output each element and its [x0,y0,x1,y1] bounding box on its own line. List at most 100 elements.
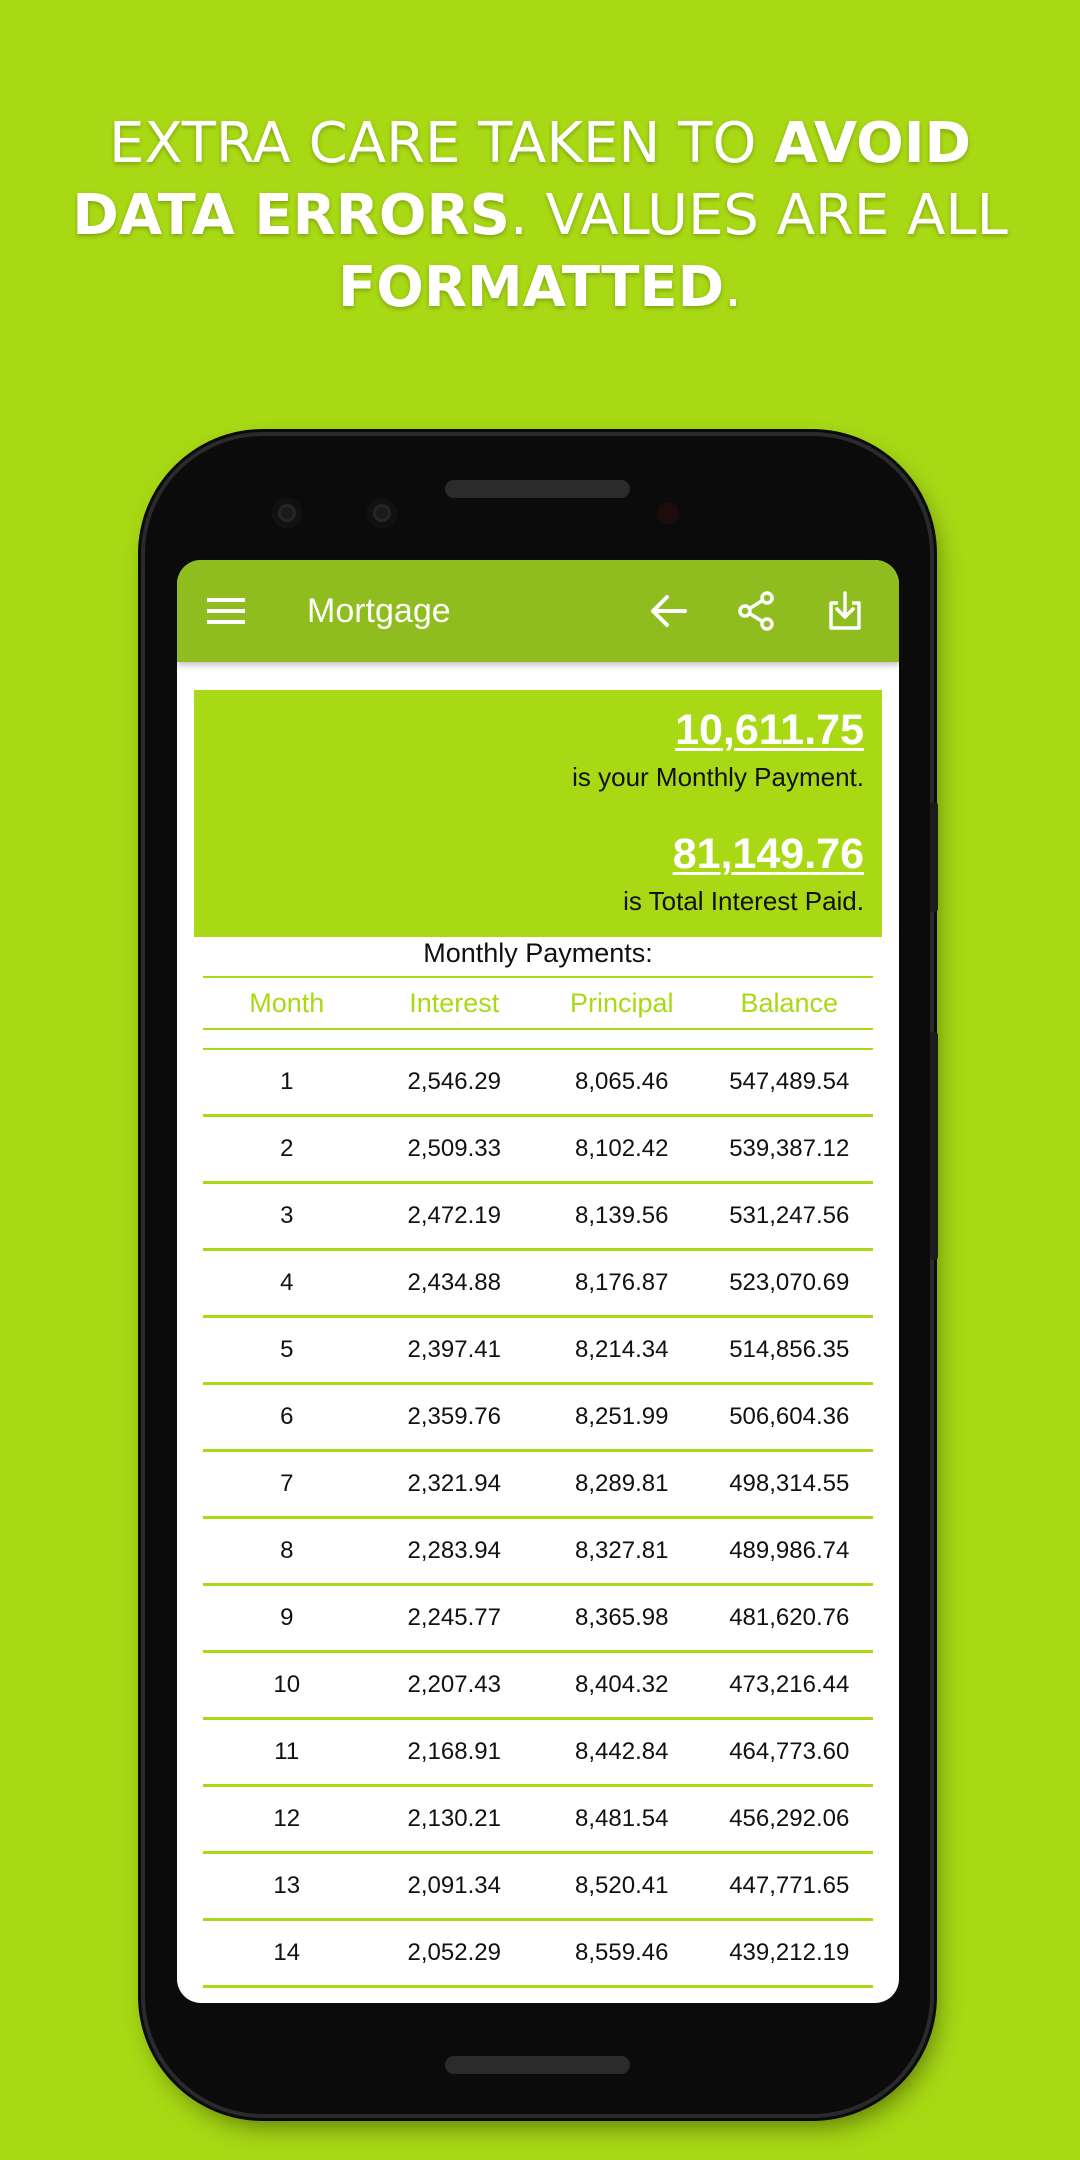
table-cell: 2,168.91 [407,1738,501,1765]
table-header: Month Interest Principal Balance [203,976,873,1030]
earpiece-speaker [445,480,630,498]
table-cell: 11 [274,1738,300,1765]
monthly-payment-caption: is your Monthly Payment. [572,762,864,792]
column-header-balance: Balance [740,987,839,1018]
table-cell: 2,130.21 [407,1805,501,1832]
table-cell: 2,283.94 [407,1537,501,1564]
toolbar-title: Mortgage [307,592,451,630]
table-cell: 2,397.41 [407,1336,501,1363]
total-interest-caption: is Total Interest Paid. [623,886,864,916]
table-cell: 2,359.76 [407,1403,501,1430]
front-sensor-icon [367,498,397,528]
table-cell: 2,472.19 [407,1202,501,1229]
table-row: 9 2,245.77 8,365.98 481,620.76 [203,1586,873,1653]
table-cell: 14 [273,1939,301,1966]
table-cell: 464,773.60 [729,1738,850,1765]
table-row: 14 2,052.29 8,559.46 439,212.19 [203,1921,873,1988]
table-row: 4 2,434.88 8,176.87 523,070.69 [203,1251,873,1318]
table-cell: 2 [280,1135,294,1162]
table-cell: 8,559.46 [575,1939,669,1966]
table-cell: 539,387.12 [729,1135,850,1162]
table-row: 13 2,091.34 8,520.41 447,771.65 [203,1854,873,1921]
table-row: 11 2,168.91 8,442.84 464,773.60 [203,1720,873,1787]
payment-summary: 10,611.75 is your Monthly Payment. 81,14… [194,690,882,937]
bottom-speaker [445,2056,630,2074]
column-header-interest: Interest [409,987,500,1018]
table-cell: 1 [280,1068,294,1095]
table-cell: 2,321.94 [407,1470,501,1497]
table-cell: 9 [280,1604,294,1631]
table-row: 3 2,472.19 8,139.56 531,247.56 [203,1184,873,1251]
table-cell: 2,434.88 [407,1269,501,1296]
amortization-table: Month Interest Principal Balance 1 2,546.… [203,976,873,2003]
share-icon[interactable] [729,584,783,638]
table-cell: 8,481.54 [575,1805,669,1832]
table-row: 7 2,321.94 8,289.81 498,314.55 [203,1452,873,1519]
table-cell: 489,986.74 [729,1537,850,1564]
table-cell: 506,604.36 [729,1403,850,1430]
table-cell: 2,245.77 [407,1604,501,1631]
download-icon[interactable] [818,584,872,638]
table-body: 1 2,546.29 8,065.46 547,489.54 2 2,509.33 8,10… [203,1050,873,2003]
table-cell: 4 [280,1269,294,1296]
table-cell: 473,216.44 [729,1671,850,1698]
table-cell: 8,365.98 [575,1604,669,1631]
table-divider [203,1030,873,1050]
power-button [930,802,938,912]
table-cell: 523,070.69 [729,1269,850,1296]
table-cell: 2,091.34 [407,1872,501,1899]
headline-text-2: . VALUES ARE ALL [509,183,1008,248]
table-row: 12 2,130.21 8,481.54 456,292.06 [203,1787,873,1854]
table-cell: 2,207.43 [407,1671,501,1698]
front-camera-icon [272,498,302,528]
headline-text-3: . [724,255,742,320]
table-row: 152,013.068,598.69430,613.50 [203,1988,873,2003]
table-cell: 5 [280,1336,294,1363]
phone-frame: Mortgage 10,611.75 is your Monthly Payme… [145,436,938,2114]
back-arrow-icon[interactable] [641,584,695,638]
table-cell: 2,546.29 [407,1068,501,1095]
table-cell: 514,856.35 [729,1336,850,1363]
table-cell: 481,620.76 [729,1604,850,1631]
proximity-sensor-icon [657,502,679,524]
table-cell: 3 [280,1202,294,1229]
app-screen: Mortgage 10,611.75 is your Monthly Payme… [177,560,899,2003]
table-cell: 8,251.99 [575,1403,669,1430]
table-cell: 8,065.46 [575,1068,669,1095]
total-interest-value: 81,149.76 [672,830,864,878]
table-cell: 8,139.56 [575,1202,669,1229]
menu-icon[interactable] [199,584,253,638]
table-cell: 10 [273,1671,301,1698]
table-cell: 8,102.42 [575,1135,669,1162]
table-cell: 8,520.41 [575,1872,669,1899]
table-cell: 439,212.19 [729,1939,850,1966]
table-row: 8 2,283.94 8,327.81 489,986.74 [203,1519,873,1586]
table-cell: 8,404.32 [575,1671,669,1698]
table-cell: 8,214.34 [575,1336,669,1363]
table-cell: 8,442.84 [575,1738,669,1765]
table-cell: 547,489.54 [729,1068,850,1095]
column-header-principal: Principal [569,987,674,1018]
table-cell: 12 [273,1805,301,1832]
table-row: 5 2,397.41 8,214.34 514,856.35 [203,1318,873,1385]
headline-bold-2: FORMATTED [338,255,725,320]
app-toolbar: Mortgage [177,560,899,662]
column-header-month: Month [249,987,325,1018]
headline-text-1: EXTRA CARE TAKEN TO [108,111,775,176]
table-cell: 7 [280,1470,294,1497]
table-cell: 6 [280,1403,294,1430]
marketing-headline: EXTRA CARE TAKEN TO AVOID DATA ERRORS. V… [60,108,1020,324]
table-cell: 8,327.81 [575,1537,669,1564]
table-row: 10 2,207.43 8,404.32 473,216.44 [203,1653,873,1720]
table-cell: 8 [280,1537,294,1564]
table-cell: 447,771.65 [729,1872,850,1899]
table-cell: 498,314.55 [729,1470,850,1497]
monthly-payments-title: Monthly Payments: [423,938,653,968]
table-cell: 13 [273,1872,301,1899]
monthly-payment-value: 10,611.75 [675,706,864,754]
table-cell: 8,176.87 [575,1269,669,1296]
volume-button [930,1032,938,1260]
table-cell: 531,247.56 [729,1202,850,1229]
table-row: 6 2,359.76 8,251.99 506,604.36 [203,1385,873,1452]
table-cell: 8,289.81 [575,1470,669,1497]
